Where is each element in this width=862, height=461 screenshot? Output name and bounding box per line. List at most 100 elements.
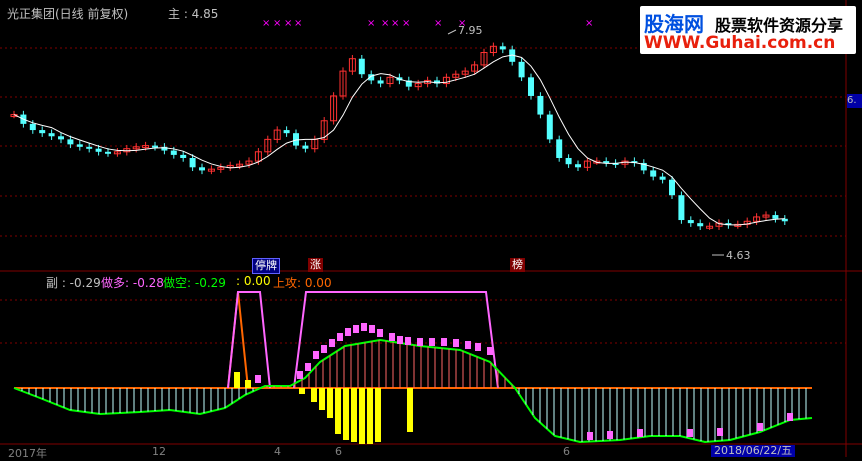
- candle-body-down: [48, 133, 55, 137]
- zuoduo-dot: [429, 338, 435, 346]
- zuoduo-trapezoid-b: [293, 291, 499, 389]
- indicator-shanggong-label: 上攻: 0.00: [273, 276, 332, 290]
- candle-body-down: [687, 220, 694, 224]
- event-tag-limit[interactable]: 涨: [308, 258, 323, 272]
- zuoduo-dot: [475, 343, 481, 351]
- candle-body-down: [189, 157, 196, 168]
- candle-body-down: [546, 114, 553, 140]
- candle-body-down: [678, 195, 685, 221]
- yellow-bar: [311, 388, 317, 402]
- candle-body-down: [95, 148, 102, 152]
- event-tag-ranking[interactable]: 榜: [510, 258, 525, 272]
- yellow-bar: [327, 388, 333, 418]
- x-tick-2017: 2017年: [8, 447, 47, 460]
- candle-body-down: [152, 145, 158, 148]
- logo-url: WWW.Guhai.com.cn: [644, 33, 836, 53]
- zuoduo-dot: [345, 328, 351, 336]
- zuoduo-dot: [353, 325, 359, 333]
- candle-body-down: [556, 139, 563, 158]
- candle-body-down: [650, 170, 657, 177]
- zuoduo-dot: [329, 339, 335, 347]
- zuoduo-dot: [405, 337, 411, 345]
- candle-body-down: [58, 136, 64, 140]
- main-chart-svg: × × × × × × × × × × ×: [0, 0, 862, 457]
- indicator-zuokong-label: 做空: -0.29: [163, 276, 226, 290]
- candle-body-down: [377, 80, 384, 84]
- candle-body-down: [76, 144, 83, 147]
- zuoduo-dot: [313, 351, 319, 359]
- zuoduo-dot: [717, 428, 723, 436]
- event-marker: ×: [381, 18, 389, 29]
- high-leader-line: [447, 29, 457, 35]
- candle-body-down: [499, 46, 506, 50]
- x-tick-6b: 6: [563, 445, 570, 458]
- candle-body-down: [575, 164, 581, 168]
- zuoduo-dot: [377, 329, 383, 337]
- zuoduo-dot: [361, 323, 367, 331]
- event-tag-suspend[interactable]: 停牌: [252, 258, 280, 274]
- zuoduo-dot: [337, 333, 343, 341]
- x-tick-4: 4: [274, 445, 281, 458]
- chart-stage[interactable]: × × × × × × × × × × ×: [0, 0, 862, 457]
- yellow-bar: [359, 388, 365, 444]
- event-marker: ×: [434, 18, 442, 29]
- zuoduo-dot: [587, 432, 593, 440]
- zuoduo-dot: [637, 429, 643, 437]
- zuoduo-dot: [397, 336, 403, 344]
- guhai-logo: 股海网 股票软件资源分享 WWW.Guhai.com.cn: [640, 6, 856, 54]
- zuoduo-dot: [441, 338, 447, 346]
- zuoduo-dot: [687, 429, 693, 437]
- zuoduo-dot: [305, 363, 311, 371]
- zuoduo-dot: [321, 345, 327, 353]
- zuoduo-dot: [757, 423, 763, 431]
- candle-body-down: [29, 123, 36, 131]
- zuoduo-dot: [487, 347, 493, 355]
- event-marker: ×: [367, 18, 375, 29]
- yellow-bar: [351, 388, 357, 442]
- zuoduo-dot: [255, 375, 261, 383]
- event-marker: ×: [585, 18, 593, 29]
- yellow-bar: [367, 388, 373, 444]
- yellow-bar: [245, 380, 251, 388]
- indicator-fu-label: 副 : -0.29: [46, 276, 101, 290]
- zuoduo-dot: [787, 413, 793, 421]
- zuoduo-dot: [369, 325, 375, 333]
- candle-body-down: [697, 223, 704, 227]
- event-marker: ×: [284, 18, 292, 29]
- zuoduo-dot: [389, 333, 395, 341]
- candle-body-down: [528, 77, 534, 96]
- event-marker: ×: [294, 18, 302, 29]
- yellow-bar: [335, 388, 341, 434]
- low-price-annotation: 4.63: [726, 249, 751, 262]
- high-price-annotation: 7.95: [458, 24, 483, 37]
- event-marker: ×: [402, 18, 410, 29]
- candle-body-down: [39, 130, 46, 134]
- candle-body-down: [67, 139, 74, 145]
- candle-body-down: [537, 95, 544, 115]
- yellow-bar: [319, 388, 325, 410]
- zuoduo-dot: [465, 341, 471, 349]
- event-marker: ×: [391, 18, 399, 29]
- candle-body-down: [518, 61, 525, 78]
- indicator-blank-label: : 0.00: [236, 274, 271, 288]
- candle-body-down: [180, 154, 187, 158]
- yellow-bar: [299, 388, 305, 394]
- candle-body-down: [170, 150, 177, 155]
- candle-body-down: [772, 215, 779, 219]
- candle-body-down: [105, 151, 111, 154]
- candle-body-down: [565, 157, 572, 165]
- candle-body-down: [659, 176, 666, 180]
- zuoduo-dot: [297, 371, 303, 379]
- yellow-bar: [234, 372, 240, 388]
- candle-body-down: [669, 179, 675, 196]
- yellow-bar: [343, 388, 349, 440]
- yellow-bar: [375, 388, 381, 442]
- right-price-scale-label: 6.: [847, 94, 862, 108]
- candle-body-down: [302, 145, 309, 149]
- yellow-bar: [407, 388, 413, 432]
- indicator-zuoduo-label: 做多: -0.28: [101, 276, 164, 290]
- candle-body-down: [283, 130, 290, 134]
- current-date-box: 2018/06/22/五: [711, 445, 796, 457]
- candle-body-down: [199, 167, 205, 171]
- zuoduo-dot: [607, 431, 613, 439]
